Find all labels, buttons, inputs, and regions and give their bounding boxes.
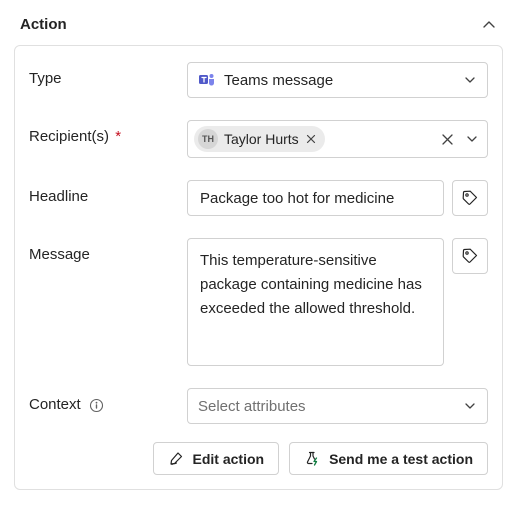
send-test-button[interactable]: Send me a test action [289, 442, 488, 475]
edit-action-button[interactable]: Edit action [153, 442, 280, 475]
required-marker: * [115, 128, 121, 145]
tag-icon [461, 189, 479, 207]
tag-icon [461, 247, 479, 265]
type-row: Type Teams message [29, 62, 488, 98]
type-select[interactable]: Teams message [187, 62, 488, 98]
section-title: Action [20, 16, 67, 33]
section-header: Action [14, 12, 503, 45]
headline-tag-button[interactable] [452, 180, 488, 216]
avatar: TH [198, 129, 218, 149]
edit-action-label: Edit action [193, 451, 265, 467]
chevron-down-icon [463, 73, 477, 87]
type-value: Teams message [224, 72, 333, 89]
message-label: Message [29, 238, 187, 263]
edit-icon [168, 450, 185, 467]
type-label: Type [29, 62, 187, 87]
chevron-down-icon [463, 399, 477, 413]
recipient-name: Taylor Hurts [224, 131, 299, 147]
message-input[interactable] [187, 238, 444, 366]
send-test-label: Send me a test action [329, 451, 473, 467]
clear-all-icon[interactable] [440, 132, 455, 147]
recipients-row: Recipient(s) * TH Taylor Hurts [29, 120, 488, 158]
context-label: Context [29, 388, 187, 413]
remove-chip-icon[interactable] [305, 133, 317, 145]
chevron-down-icon[interactable] [465, 132, 479, 146]
recipient-chip: TH Taylor Hurts [194, 126, 325, 152]
message-row: Message [29, 238, 488, 366]
beaker-bolt-icon [304, 450, 321, 467]
context-select[interactable]: Select attributes [187, 388, 488, 424]
headline-label: Headline [29, 180, 187, 205]
panel-footer: Edit action Send me a test action [29, 442, 488, 475]
action-panel: Type Teams message Recipient(s) * [14, 45, 503, 490]
message-tag-button[interactable] [452, 238, 488, 274]
recipients-input[interactable]: TH Taylor Hurts [187, 120, 488, 158]
collapse-icon[interactable] [481, 17, 497, 33]
context-placeholder: Select attributes [198, 398, 306, 415]
context-row: Context Select attributes [29, 388, 488, 424]
recipients-label: Recipient(s) * [29, 120, 187, 145]
headline-row: Headline [29, 180, 488, 216]
headline-input[interactable] [187, 180, 444, 216]
info-icon[interactable] [89, 398, 104, 413]
teams-icon [198, 71, 216, 89]
